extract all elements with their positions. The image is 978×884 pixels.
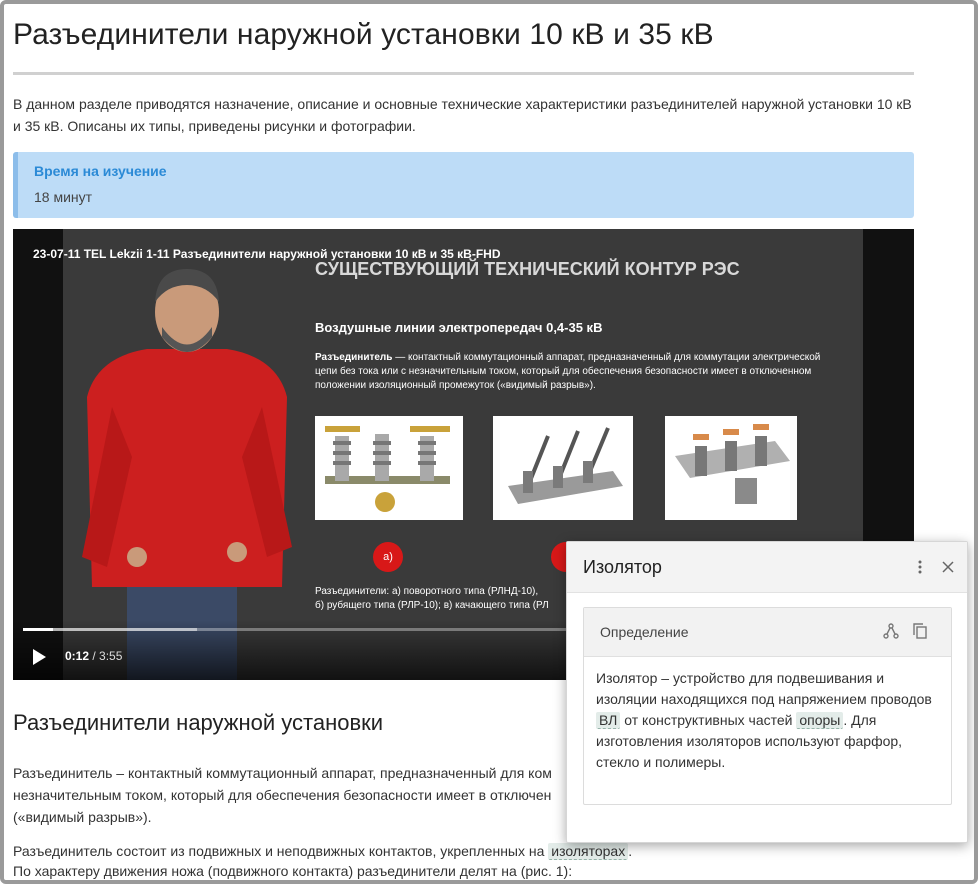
slide-term: Разъединитель <box>315 352 393 363</box>
page-title: Разъединители наружной установки 10 кВ и… <box>13 18 714 51</box>
time-display: 0:12 / 3:55 <box>65 649 122 663</box>
lead-paragraph: В данном разделе приводятся назначение, … <box>13 96 912 134</box>
study-time-label: Время на изучение <box>34 163 167 179</box>
presenter-image <box>82 269 292 680</box>
share-network-icon[interactable] <box>882 622 900 640</box>
glossary-link-insulators[interactable]: изоляторах <box>548 843 629 860</box>
play-icon[interactable] <box>31 648 47 666</box>
paragraph-2-line-1: Разъединитель состоит из подвижных и неп… <box>13 840 713 862</box>
slide-title: СУЩЕСТВУЮЩИЙ ТЕХНИЧЕСКИЙ КОНТУР РЭС <box>315 259 740 279</box>
paragraph-1-line-1: Разъединитель – контактный коммутационны… <box>13 765 552 781</box>
content-page: Разъединители наружной установки 10 кВ и… <box>13 4 914 879</box>
popup-title: Изолятор <box>583 557 662 577</box>
slide-caption-line-1: Разъединители: а) поворотного типа (РЛНД… <box>315 586 539 597</box>
glossary-link-vl[interactable]: ВЛ <box>596 712 621 729</box>
paragraph-2-line-2: По характеру движения ножа (подвижного к… <box>13 863 573 879</box>
close-icon[interactable] <box>939 558 957 576</box>
progress-bar[interactable] <box>23 628 583 631</box>
study-time-value: 18 минут <box>34 189 93 205</box>
disconnector-photo-a <box>315 416 463 520</box>
duration: / 3:55 <box>92 649 123 663</box>
video-title: 23-07-11 TEL Lekzii 1-11 Разъединители н… <box>33 247 501 261</box>
definition-card: Определение Изолятор – устройство для по… <box>583 607 952 805</box>
played-bar <box>23 628 53 631</box>
glossary-link-support[interactable]: опоры <box>796 712 844 729</box>
paragraph-2-text: Разъединитель состоит из подвижных и неп… <box>13 843 545 859</box>
definition-card-title: Определение <box>600 624 689 640</box>
title-divider <box>13 72 914 75</box>
slide-caption-line-2: б) рубящего типа (РЛР-10); в) качающего … <box>315 600 549 611</box>
definition-card-header: Определение <box>584 608 951 657</box>
copy-icon[interactable] <box>911 622 929 640</box>
browser-frame: Разъединители наружной установки 10 кВ и… <box>0 0 978 884</box>
paragraph-2-end: . <box>628 843 633 859</box>
disconnector-photo-b <box>493 416 633 520</box>
paragraph-1-line-2: незначительным током, который для обеспе… <box>13 787 552 803</box>
definition-text-part-2: от конструктивных частей <box>620 712 797 728</box>
disconnector-photo-c <box>665 416 797 520</box>
paragraph-1-line-3: («видимый разрыв»). <box>13 809 152 825</box>
popup-header: Изолятор <box>567 542 967 593</box>
definition-text: Изолятор – устройство для подвешивания и… <box>596 668 941 773</box>
slide-badge-a: а) <box>373 542 403 572</box>
more-vertical-icon[interactable] <box>913 557 927 577</box>
slide-caption: Разъединители: а) поворотного типа (РЛНД… <box>315 585 575 613</box>
study-time-callout: Время на изучение 18 минут <box>13 152 914 218</box>
current-time: 0:12 <box>65 649 90 663</box>
glossary-popup: Изолятор Определение Изолятор – устройст… <box>566 541 968 843</box>
slide-subtitle: Воздушные линии электропередач 0,4-35 кВ <box>315 320 603 335</box>
definition-text-part-1: Изолятор – устройство для подвешивания и… <box>596 670 932 707</box>
section-heading: Разъединители наружной установки <box>13 710 384 735</box>
slide-definition: Разъединитель — контактный коммутационны… <box>315 351 825 393</box>
